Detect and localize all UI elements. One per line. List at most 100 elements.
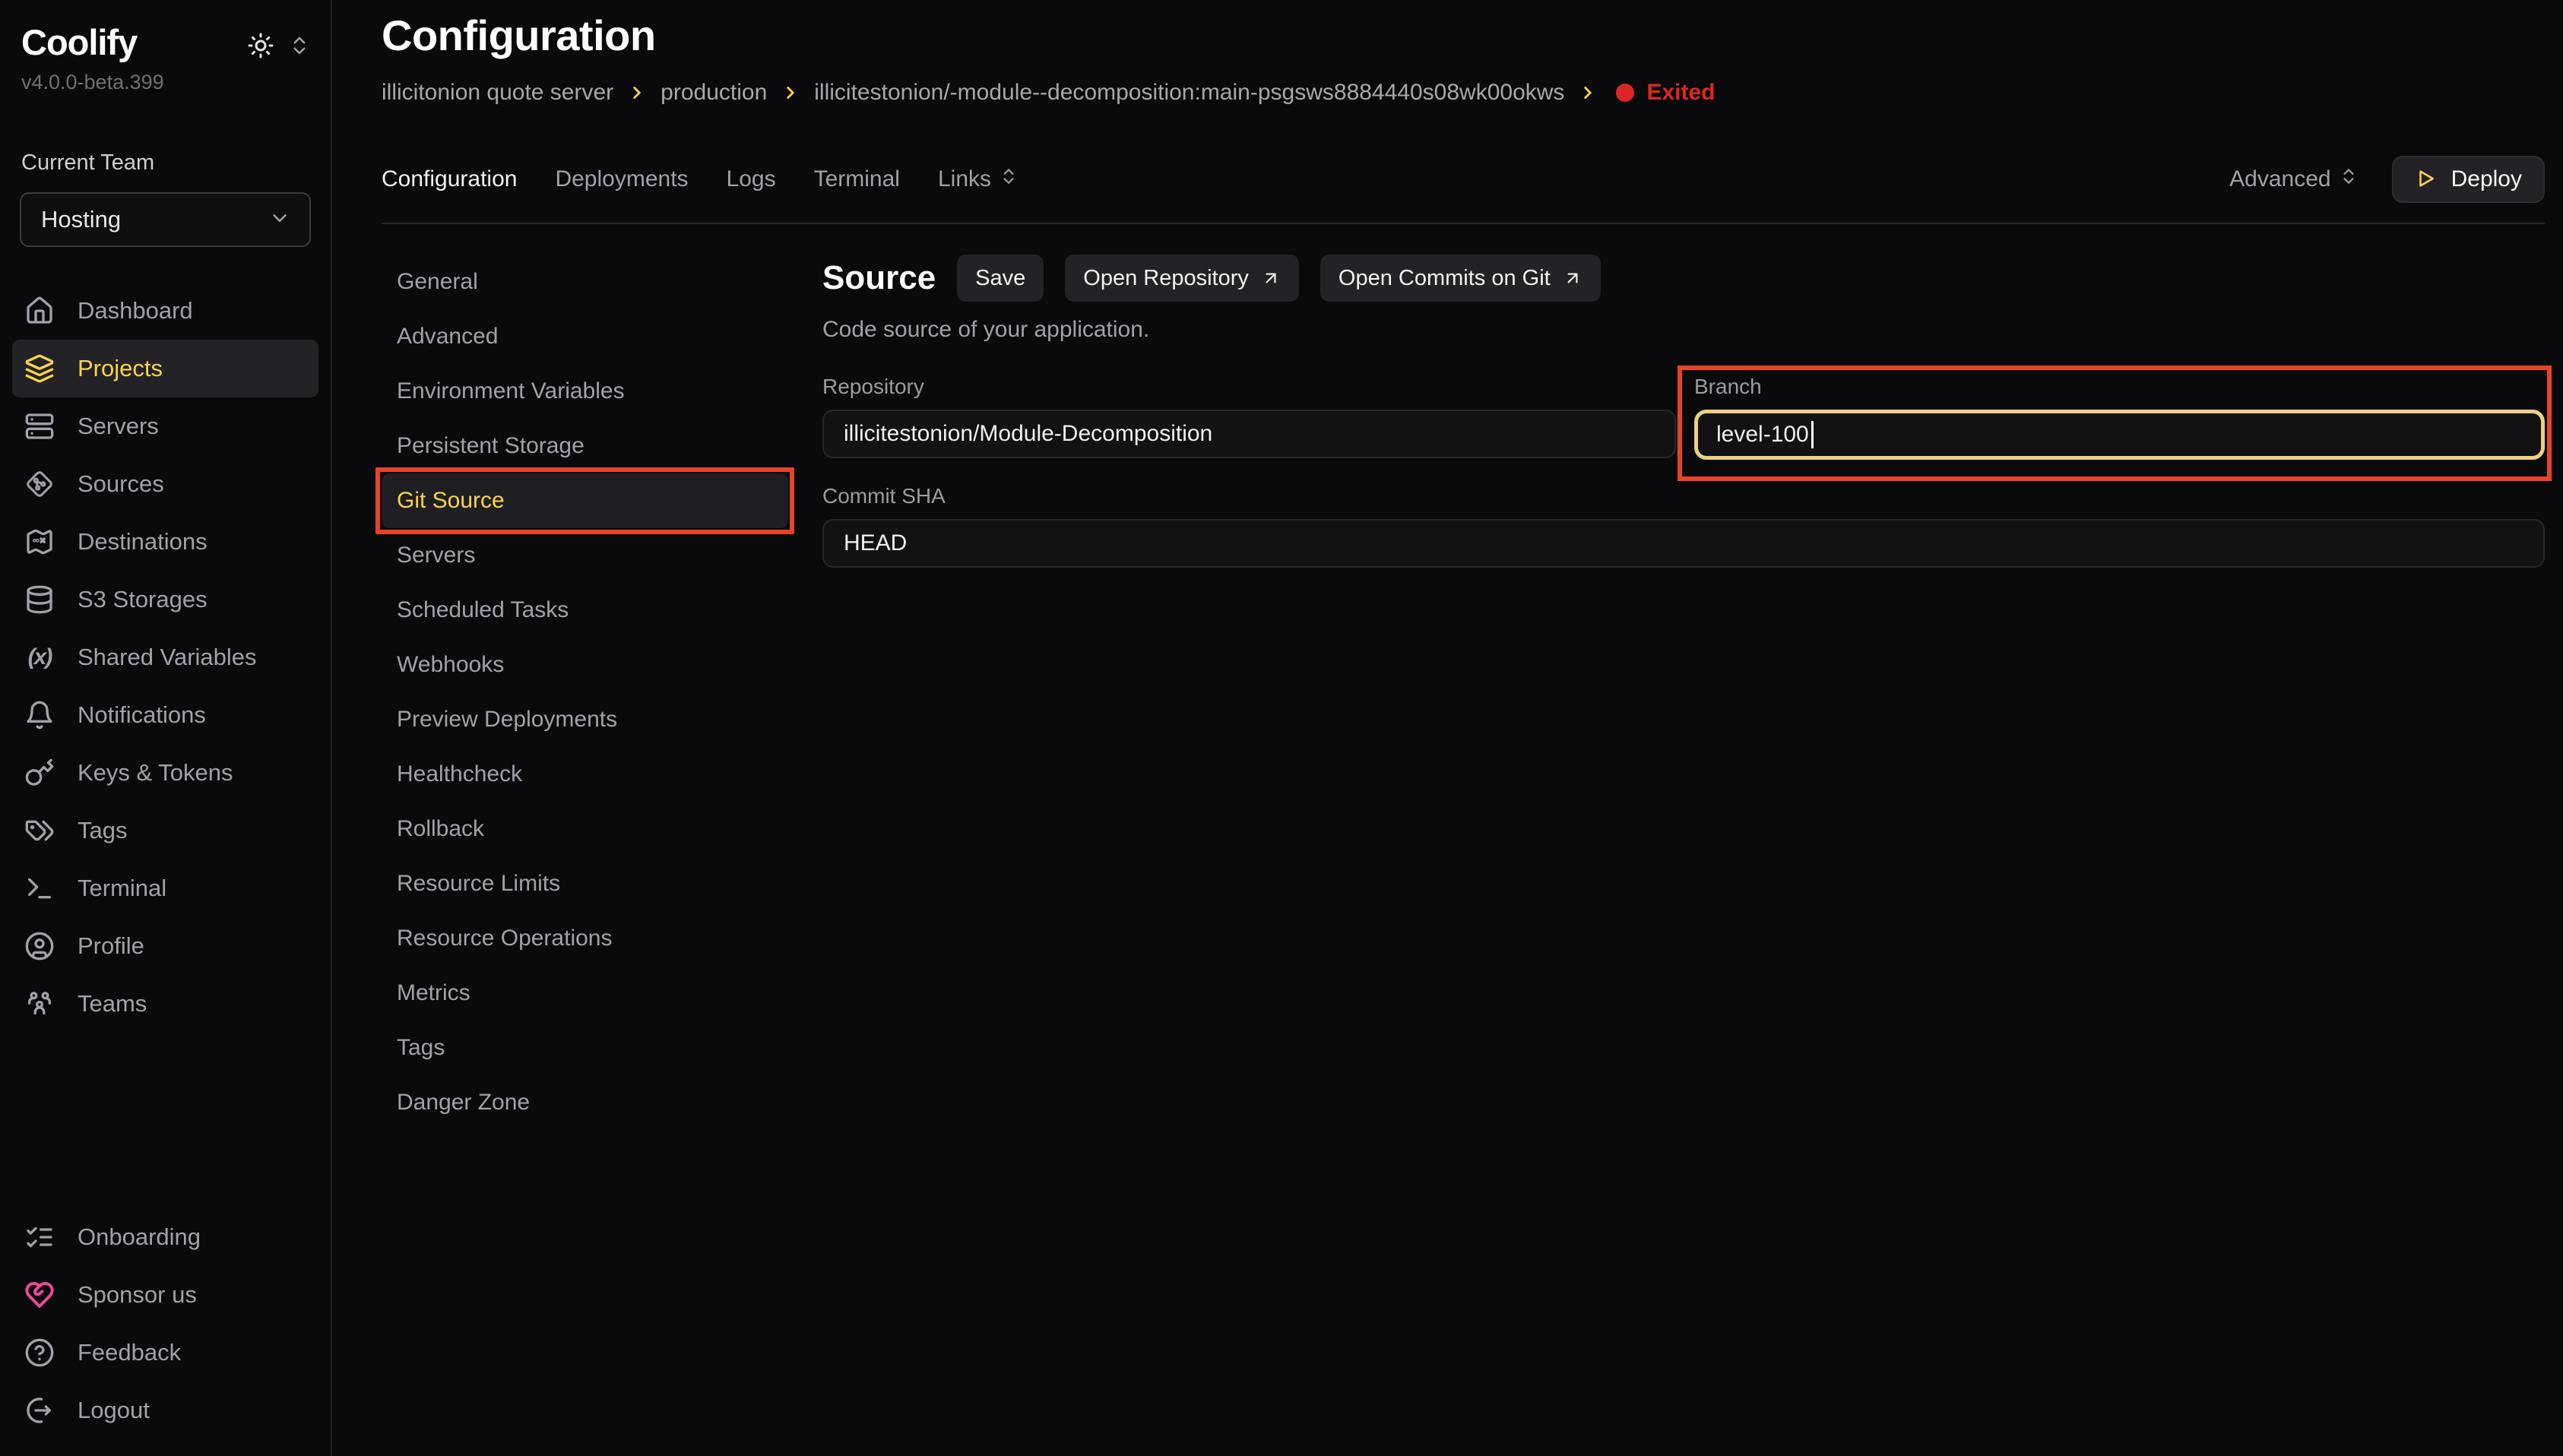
config-subnav: General Advanced Environment Variables P…	[382, 255, 788, 1130]
coolify-app: Coolify v4.0.0-beta.399 Current Team Hos…	[0, 0, 2563, 1456]
tab-logs[interactable]: Logs	[727, 166, 776, 192]
sidebar-item-feedback[interactable]: Feedback	[12, 1324, 318, 1382]
chevrons-up-down-icon[interactable]	[288, 34, 311, 57]
breadcrumb-resource[interactable]: illicitestonion/-module--decomposition:m…	[814, 80, 1564, 106]
sidebar-item-teams[interactable]: Teams	[12, 975, 318, 1033]
tabbar: Configuration Deployments Logs Terminal …	[382, 154, 2545, 204]
repository-input[interactable]	[822, 410, 1676, 458]
subnav-item-rollback[interactable]: Rollback	[382, 802, 788, 856]
arrow-up-right-icon	[1563, 268, 1582, 288]
sidebar-item-servers[interactable]: Servers	[12, 397, 318, 455]
sidebar-item-logout[interactable]: Logout	[12, 1382, 318, 1439]
subnav-item-scheduled-tasks[interactable]: Scheduled Tasks	[382, 583, 788, 638]
sidebar-item-label: Dashboard	[78, 297, 193, 324]
sidebar-item-label: Servers	[78, 413, 159, 440]
sidebar-item-sources[interactable]: Sources	[12, 455, 318, 513]
commit-sha-label: Commit SHA	[822, 484, 2545, 508]
open-commits-button[interactable]: Open Commits on Git	[1320, 255, 1601, 302]
tab-terminal[interactable]: Terminal	[814, 166, 900, 192]
subnav-item-git-source[interactable]: Git Source	[382, 473, 788, 528]
chevron-right-icon	[1578, 83, 1598, 103]
logout-icon	[24, 1395, 55, 1426]
sidebar-item-label: Sponsor us	[78, 1281, 197, 1309]
sidebar-item-label: Feedback	[78, 1339, 181, 1366]
sidebar-item-label: Teams	[78, 990, 147, 1018]
variables-icon: (x)	[24, 644, 55, 670]
subnav-item-danger-zone[interactable]: Danger Zone	[382, 1075, 788, 1130]
breadcrumb: illicitonion quote server production ill…	[382, 80, 2545, 106]
terminal-icon	[24, 873, 55, 904]
status-text: Exited	[1646, 80, 1715, 106]
sidebar-item-onboarding[interactable]: Onboarding	[12, 1208, 318, 1266]
tags-icon	[24, 815, 55, 846]
subnav-item-general[interactable]: General	[382, 255, 788, 309]
source-panel: Source Save Open Repository Open Commits…	[822, 255, 2545, 1130]
help-circle-icon	[24, 1337, 55, 1368]
save-button[interactable]: Save	[957, 255, 1044, 302]
sidebar-item-projects[interactable]: Projects	[12, 340, 318, 397]
sidebar-item-keys-tokens[interactable]: Keys & Tokens	[12, 744, 318, 802]
sidebar-item-label: Projects	[78, 355, 163, 382]
branch-input[interactable]: level-100	[1694, 410, 2545, 460]
sidebar-footer: Onboarding Sponsor us Feedback Logout	[12, 1208, 318, 1444]
tabbar-divider	[382, 223, 2545, 224]
team-select-value: Hosting	[41, 206, 121, 233]
home-icon	[24, 296, 55, 326]
subnav-item-persistent-storage[interactable]: Persistent Storage	[382, 419, 788, 473]
sidebar-item-profile[interactable]: Profile	[12, 917, 318, 975]
checklist-icon	[24, 1222, 55, 1252]
database-icon	[24, 584, 55, 615]
repository-field: Repository	[822, 375, 1676, 460]
sidebar-item-label: Sources	[78, 470, 164, 498]
commit-sha-field: Commit SHA	[822, 484, 2545, 568]
breadcrumb-environment[interactable]: production	[661, 80, 767, 106]
advanced-dropdown[interactable]: Advanced	[2229, 166, 2358, 192]
sidebar-item-tags[interactable]: Tags	[12, 802, 318, 859]
subnav-item-healthcheck[interactable]: Healthcheck	[382, 747, 788, 802]
status-badge: Exited	[1616, 80, 1715, 106]
subnav-item-servers[interactable]: Servers	[382, 528, 788, 583]
tab-configuration[interactable]: Configuration	[382, 166, 517, 192]
main-content: Configuration illicitonion quote server …	[332, 0, 2563, 1456]
user-circle-icon	[24, 931, 55, 961]
bell-icon	[24, 700, 55, 730]
tab-deployments[interactable]: Deployments	[555, 166, 688, 192]
sidebar-item-notifications[interactable]: Notifications	[12, 686, 318, 744]
breadcrumb-project[interactable]: illicitonion quote server	[382, 80, 613, 106]
subnav-item-advanced[interactable]: Advanced	[382, 309, 788, 364]
theme-sun-icon[interactable]	[247, 32, 274, 59]
team-select[interactable]: Hosting	[20, 192, 311, 247]
subnav-item-webhooks[interactable]: Webhooks	[382, 638, 788, 692]
subnav-item-tags[interactable]: Tags	[382, 1021, 788, 1075]
sidebar-item-dashboard[interactable]: Dashboard	[12, 282, 318, 340]
layers-icon	[24, 353, 55, 384]
sidebar-item-label: Keys & Tokens	[78, 759, 233, 787]
deploy-button[interactable]: Deploy	[2392, 156, 2545, 203]
app-logo: Coolify	[21, 21, 137, 63]
open-repository-button[interactable]: Open Repository	[1065, 255, 1299, 302]
source-form: Repository Branch level-100 Commit SHA	[822, 375, 2545, 568]
sidebar-item-shared-variables[interactable]: (x) Shared Variables	[12, 628, 318, 686]
commit-sha-input[interactable]	[822, 519, 2545, 568]
current-team-label: Current Team	[21, 150, 318, 176]
source-description: Code source of your application.	[822, 317, 2545, 343]
tab-links[interactable]: Links	[938, 166, 1019, 192]
sidebar-item-label: Logout	[78, 1397, 150, 1424]
git-source-icon	[24, 469, 55, 499]
subnav-item-resource-limits[interactable]: Resource Limits	[382, 856, 788, 911]
text-cursor	[1811, 421, 1814, 448]
sidebar-item-destinations[interactable]: Destinations	[12, 513, 318, 571]
sidebar-item-label: Profile	[78, 932, 144, 960]
subnav-item-resource-operations[interactable]: Resource Operations	[382, 911, 788, 966]
subnav-item-preview-deployments[interactable]: Preview Deployments	[382, 692, 788, 747]
play-icon	[2415, 167, 2438, 192]
app-version: v4.0.0-beta.399	[21, 71, 318, 94]
repository-label: Repository	[822, 375, 1676, 399]
sidebar-item-label: Notifications	[78, 701, 206, 729]
subnav-item-environment-variables[interactable]: Environment Variables	[382, 364, 788, 419]
subnav-item-metrics[interactable]: Metrics	[382, 966, 788, 1021]
sidebar-item-sponsor-us[interactable]: Sponsor us	[12, 1266, 318, 1324]
sidebar-item-s3-storages[interactable]: S3 Storages	[12, 571, 318, 628]
sidebar-item-terminal[interactable]: Terminal	[12, 859, 318, 917]
map-icon	[24, 527, 55, 557]
